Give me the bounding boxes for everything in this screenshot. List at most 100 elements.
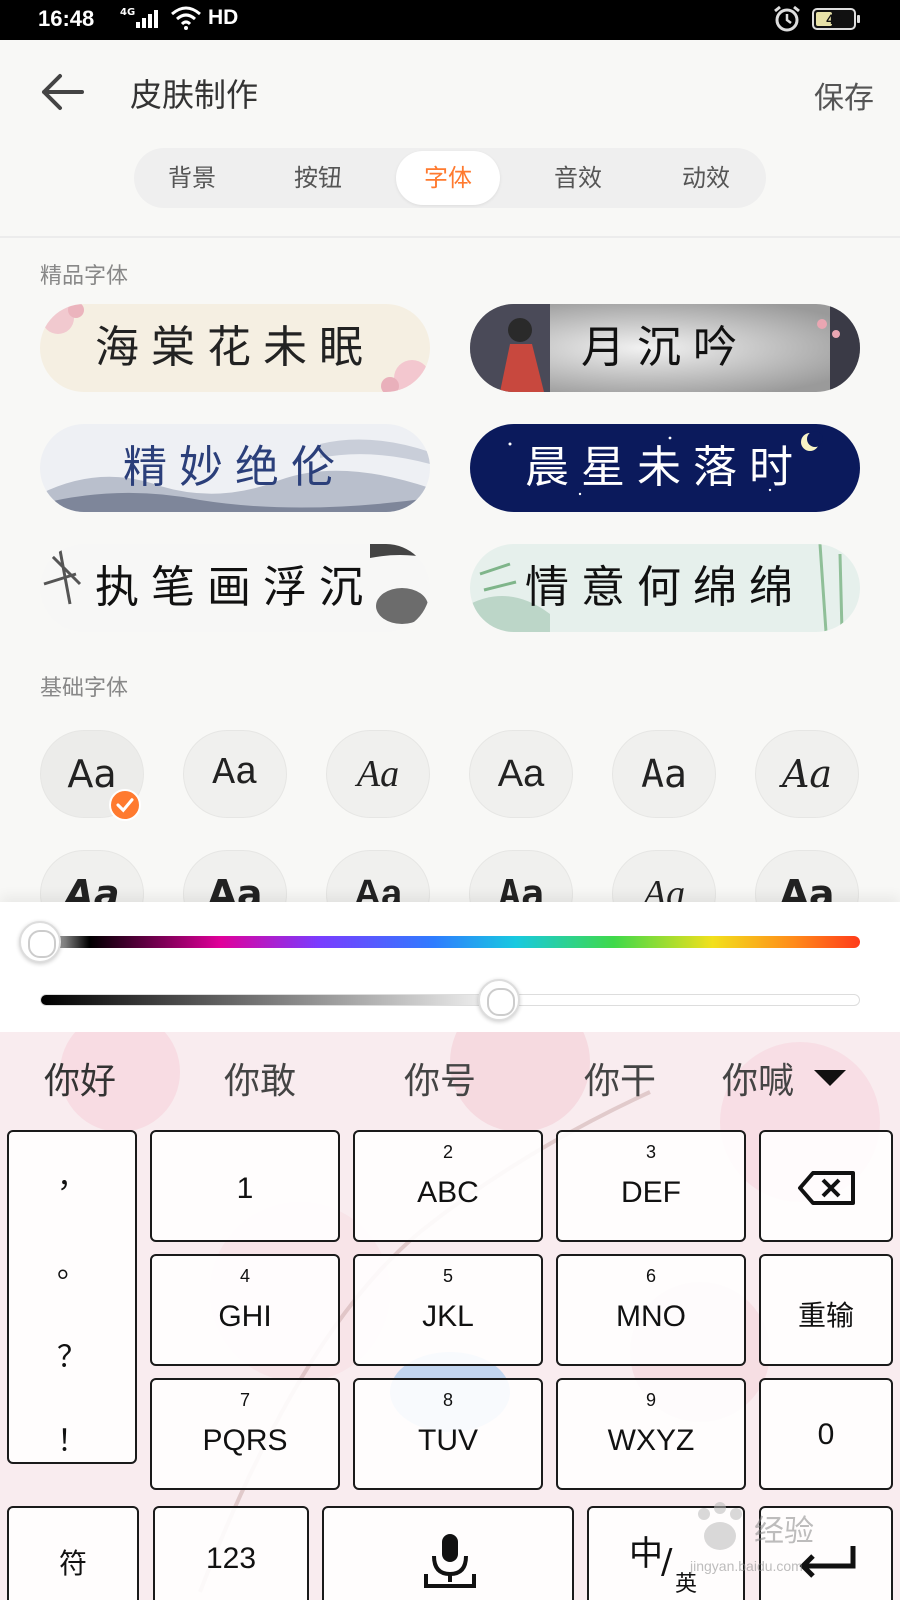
divider <box>0 236 900 238</box>
network-type: 4G <box>120 7 136 18</box>
key-5[interactable]: 5 JKL <box>353 1254 543 1366</box>
color-panel <box>0 902 900 1032</box>
wifi-icon <box>171 6 201 30</box>
premium-font-text: 晨星未落时 <box>525 442 805 493</box>
premium-font-card-6[interactable]: 情意何绵绵 <box>470 544 860 632</box>
punct-comma[interactable]: ， <box>9 1152 135 1196</box>
premium-font-text: 精妙绝伦 <box>123 442 347 493</box>
font-sample: Aa <box>497 753 545 795</box>
key-1[interactable]: 1 <box>150 1130 340 1242</box>
key-label: 符 <box>58 1547 87 1580</box>
key-label: 1 <box>236 1172 254 1205</box>
battery-percent: 45 <box>826 11 842 27</box>
candidate-word[interactable]: 你干 <box>584 1052 656 1104</box>
premium-font-card-3[interactable]: 精妙绝伦 <box>40 424 430 512</box>
basic-font-option[interactable]: Aa <box>326 730 430 818</box>
microphone-icon <box>424 1534 476 1588</box>
hue-slider-track[interactable] <box>40 936 860 948</box>
font-sample: Aa <box>67 752 117 796</box>
key-number: 4 <box>239 1266 250 1286</box>
key-label: WXYZ <box>607 1424 695 1457</box>
basic-font-option[interactable]: Aa <box>183 730 287 818</box>
tab-background[interactable]: 背景 <box>138 151 246 205</box>
watermark: 经验 jingyan.baidu.com <box>690 1500 890 1580</box>
key-label: JKL <box>422 1300 474 1333</box>
key-9[interactable]: 9 WXYZ <box>556 1378 746 1490</box>
key-number: 9 <box>645 1390 656 1410</box>
lang-main-label: 中 <box>629 1534 663 1574</box>
watermark-url: jingyan.baidu.com <box>690 1558 803 1574</box>
back-arrow-icon[interactable] <box>40 72 86 112</box>
key-7[interactable]: 7 PQRS <box>150 1378 340 1490</box>
basic-font-option[interactable]: Aa <box>469 730 573 818</box>
key-label: 0 <box>817 1418 835 1451</box>
key-number: 2 <box>442 1142 453 1162</box>
delete-key[interactable] <box>759 1130 893 1242</box>
key-label: PQRS <box>202 1424 288 1457</box>
key-8[interactable]: 8 TUV <box>353 1378 543 1490</box>
key-number: 7 <box>239 1390 250 1410</box>
tab-animation[interactable]: 动效 <box>652 151 760 205</box>
key-3[interactable]: 3 DEF <box>556 1130 746 1242</box>
tab-sound[interactable]: 音效 <box>524 151 632 205</box>
font-sample: Aa <box>781 752 833 796</box>
key-6[interactable]: 6 MNO <box>556 1254 746 1366</box>
basic-fonts-heading: 基础字体 <box>40 676 129 701</box>
premium-font-card-1[interactable]: 海棠花未眠 <box>40 304 430 392</box>
key-label: GHI <box>218 1300 272 1333</box>
punct-period[interactable]: 。 <box>9 1242 135 1286</box>
lang-separator: / <box>661 1542 673 1582</box>
tab-bar: 背景 按钮 字体 音效 动效 <box>134 148 766 208</box>
premium-font-card-2[interactable]: 月沉吟 <box>470 304 860 392</box>
font-sample: Aa <box>641 752 687 796</box>
key-label: ABC <box>417 1176 479 1209</box>
basic-font-option[interactable]: Aa <box>612 730 716 818</box>
backspace-icon <box>798 1171 855 1205</box>
punct-exclaim[interactable]: ！ <box>9 1416 135 1460</box>
premium-font-text: 月沉吟 <box>581 322 749 373</box>
candidate-word[interactable]: 你敢 <box>224 1052 296 1104</box>
candidate-word[interactable]: 你号 <box>404 1052 476 1104</box>
premium-font-text: 海棠花未眠 <box>95 322 375 373</box>
key-4[interactable]: 4 GHI <box>150 1254 340 1366</box>
brightness-slider-track[interactable] <box>40 994 860 1006</box>
paw-logo-icon <box>698 1502 742 1550</box>
space-voice-key[interactable] <box>322 1506 574 1600</box>
hue-slider-thumb[interactable] <box>19 921 61 963</box>
header: 皮肤制作 保存 <box>0 40 900 140</box>
candidate-word[interactable]: 你喊 <box>722 1052 794 1104</box>
status-bar: 16:48 4G HD 45 <box>0 0 900 40</box>
tab-button[interactable]: 按钮 <box>264 151 372 205</box>
key-label: 123 <box>205 1542 257 1575</box>
signal-icon <box>136 10 158 28</box>
key-2[interactable]: 2 ABC <box>353 1130 543 1242</box>
key-label: MNO <box>616 1300 686 1333</box>
candidate-word[interactable]: 你好 <box>44 1052 116 1104</box>
symbol-key[interactable]: 符 <box>7 1506 139 1600</box>
expand-candidates-icon[interactable] <box>812 1068 848 1088</box>
page-title: 皮肤制作 <box>130 76 259 114</box>
basic-font-option[interactable]: Aa <box>40 730 144 821</box>
premium-font-card-4[interactable]: 晨星未落时 <box>470 424 860 512</box>
number-mode-key[interactable]: 123 <box>153 1506 309 1600</box>
key-0[interactable]: 0 <box>759 1378 893 1490</box>
save-button[interactable]: 保存 <box>814 73 874 117</box>
basic-font-option[interactable]: Aa <box>755 730 859 818</box>
keyboard: 你好 你敢 你号 你干 你喊 ， 。 ？ ！ 1 2 ABC 3 DEF 4 G… <box>0 1032 900 1600</box>
punct-question[interactable]: ？ <box>9 1332 135 1376</box>
alarm-icon <box>774 5 800 32</box>
watermark-text: 经验 <box>754 1514 814 1549</box>
punctuation-column[interactable]: ， 。 ？ ！ <box>7 1130 137 1464</box>
tab-font[interactable]: 字体 <box>396 151 500 205</box>
key-number: 3 <box>645 1142 656 1162</box>
premium-font-text: 执笔画浮沉 <box>95 562 375 613</box>
key-number: 5 <box>442 1266 453 1286</box>
brightness-slider-thumb[interactable] <box>478 979 521 1021</box>
check-icon <box>109 789 141 821</box>
premium-font-card-5[interactable]: 执笔画浮沉 <box>40 544 430 632</box>
key-label: TUV <box>418 1424 478 1457</box>
hd-indicator: HD <box>208 6 239 29</box>
reenter-key[interactable]: 重输 <box>759 1254 893 1366</box>
premium-fonts-heading: 精品字体 <box>40 264 129 289</box>
key-label: DEF <box>621 1176 681 1209</box>
